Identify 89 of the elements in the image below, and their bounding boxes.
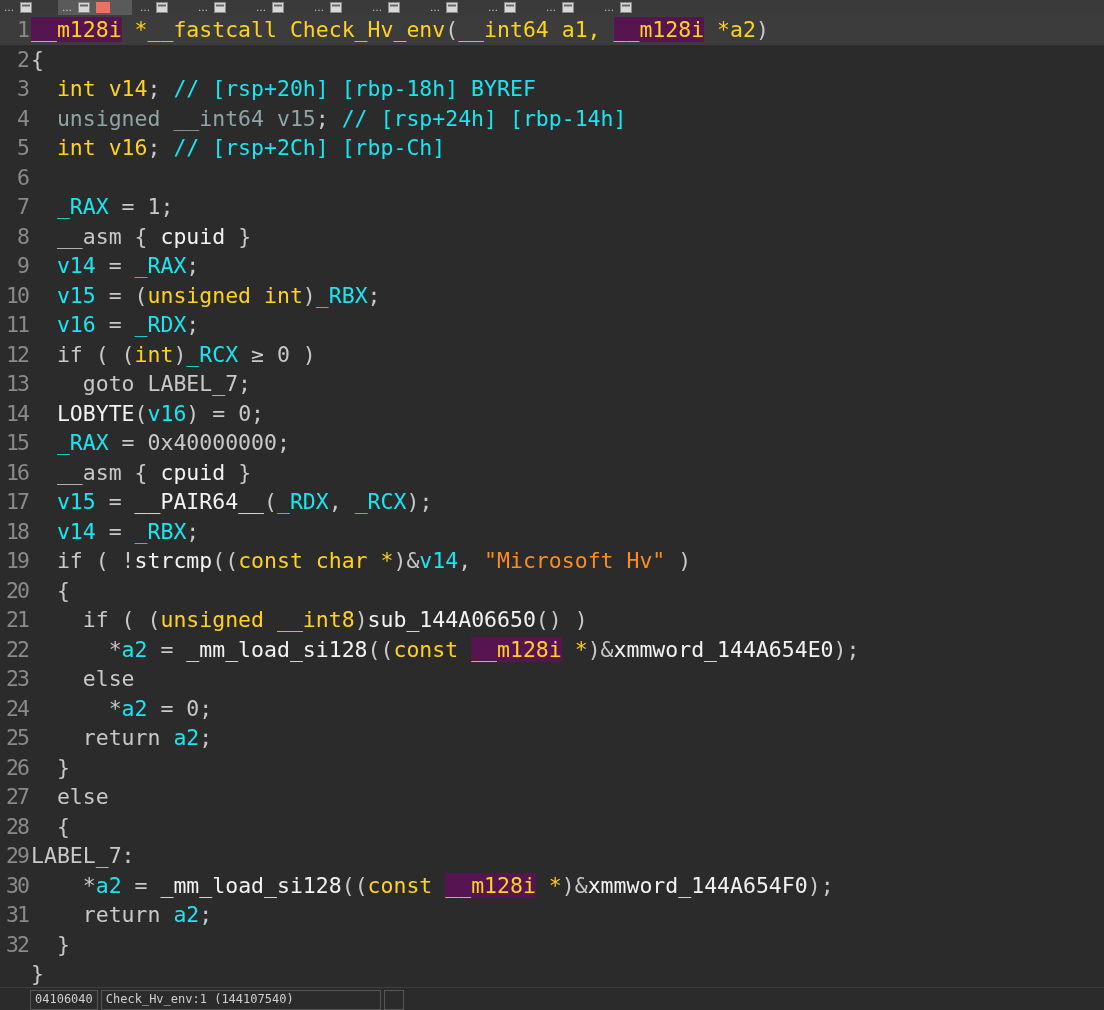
window-icon <box>388 2 400 13</box>
tab[interactable]: … <box>58 0 132 15</box>
window-icon <box>562 2 574 13</box>
code-line: return a2; <box>81 902 213 928</box>
line-number: 27 <box>5 784 30 810</box>
line-number: 6 <box>16 164 30 190</box>
code-line: { <box>55 813 70 839</box>
code-line: } <box>55 754 70 780</box>
tab[interactable]: … <box>484 0 538 15</box>
code-line: *a2 = _mm_load_si128((const __m128i *)&xmmword_144A654F0); <box>81 872 834 898</box>
code-line: int v14; // [rsp+20h] [rbp-18h] BYREF <box>55 76 536 102</box>
code-line: } <box>55 931 70 957</box>
line-number: 23 <box>5 666 30 692</box>
code-line: return a2; <box>81 725 213 751</box>
code-line: __asm { cpuid } <box>55 459 252 485</box>
line-number: 31 <box>5 902 30 928</box>
line-number: 21 <box>5 607 30 633</box>
tab[interactable]: … <box>426 0 480 15</box>
line-number: 15 <box>5 430 30 456</box>
window-icon <box>214 2 226 13</box>
line-number: 22 <box>5 636 29 662</box>
line-number: 9 <box>16 253 30 279</box>
code-line: else <box>55 784 109 810</box>
tab[interactable]: … <box>136 0 190 15</box>
window-icon <box>330 2 342 13</box>
address-field: 04106040 <box>30 990 98 1010</box>
window-icon <box>78 2 90 13</box>
code-line: v14 = _RAX; <box>55 253 200 279</box>
code-line: v14 = _RBX; <box>55 518 200 544</box>
code-line: v16 = _RDX; <box>55 312 200 338</box>
line-number: 11 <box>5 312 30 338</box>
code-line: __asm { cpuid } <box>55 223 252 249</box>
line-number: 10 <box>5 282 30 308</box>
tab[interactable]: … <box>194 0 248 15</box>
tab[interactable]: … <box>368 0 422 15</box>
tab[interactable]: … <box>0 0 54 15</box>
line-number: 14 <box>5 400 30 426</box>
line-number: 26 <box>5 754 30 780</box>
code-line: *a2 = 0; <box>107 695 213 721</box>
code-line: LOBYTE(v16) = 0; <box>55 400 265 426</box>
line-number: 29 <box>5 843 30 869</box>
window-icon <box>156 2 168 13</box>
line-number: 7 <box>16 194 30 220</box>
status-cell <box>383 990 404 1010</box>
tab[interactable]: … <box>310 0 364 15</box>
line-number: 13 <box>5 371 30 397</box>
line-number: 2 <box>16 46 29 72</box>
code-line: { <box>55 577 70 603</box>
code-line: if ( (int)_RCX ≥ 0 ) <box>55 341 316 367</box>
line-number: 3 <box>16 76 30 102</box>
code-line: { <box>31 46 44 72</box>
line-number: 17 <box>5 489 30 515</box>
code-line: int v16; // [rsp+2Ch] [rbp-Ch] <box>55 135 446 161</box>
tab[interactable]: … <box>542 0 596 15</box>
line-number: 12 <box>5 341 29 367</box>
tab[interactable]: … <box>600 0 654 15</box>
line-number: 25 <box>5 725 30 751</box>
line-number: 18 <box>5 518 30 544</box>
window-icon <box>446 2 458 13</box>
line-number: 19 <box>5 548 30 574</box>
line-number: 5 <box>16 135 30 161</box>
window-icon <box>272 2 284 13</box>
line-number: 16 <box>5 459 30 485</box>
line-number: 1 <box>16 17 30 43</box>
line-number: 20 <box>5 577 30 603</box>
code-line: _RAX = 0x40000000; <box>55 430 290 456</box>
line-number: 32 <box>5 931 29 957</box>
code-line: goto LABEL_7; <box>81 371 252 397</box>
line-number: 4 <box>16 105 30 131</box>
code-line: v15 = (unsigned int)_RBX; <box>55 282 381 308</box>
window-icon <box>504 2 516 13</box>
code-line: LABEL_7: <box>31 843 135 869</box>
code-line: __m128i *__fastcall Check_Hv_env(__int64 a1, __m128i *a2) <box>31 17 769 43</box>
line-number: 28 <box>5 813 30 839</box>
window-icon <box>620 2 632 13</box>
code-line: _RAX = 1; <box>55 194 174 220</box>
code-line: unsigned __int64 v15; // [rsp+24h] [rbp-14h] <box>55 105 627 131</box>
code-line: if ( !strcmp((const char *)&v14, "Microsoft Hv" ) <box>55 548 692 574</box>
tab[interactable]: … <box>252 0 306 15</box>
code-line: } <box>31 961 44 987</box>
code-line: else <box>81 666 135 692</box>
code-line: v15 = __PAIR64__(_RDX, _RCX); <box>55 489 433 515</box>
code-line: *a2 = _mm_load_si128((const __m128i *)&xmmword_144A654E0); <box>107 636 860 662</box>
line-number: 8 <box>16 223 30 249</box>
location-field: Check_Hv_env:1 (144107540) <box>100 990 381 1010</box>
line-number: 24 <box>5 695 30 721</box>
line-number: 30 <box>5 872 30 898</box>
code-line: if ( (unsigned __int8)sub_144A06650() ) <box>81 607 588 633</box>
window-icon <box>20 2 32 13</box>
